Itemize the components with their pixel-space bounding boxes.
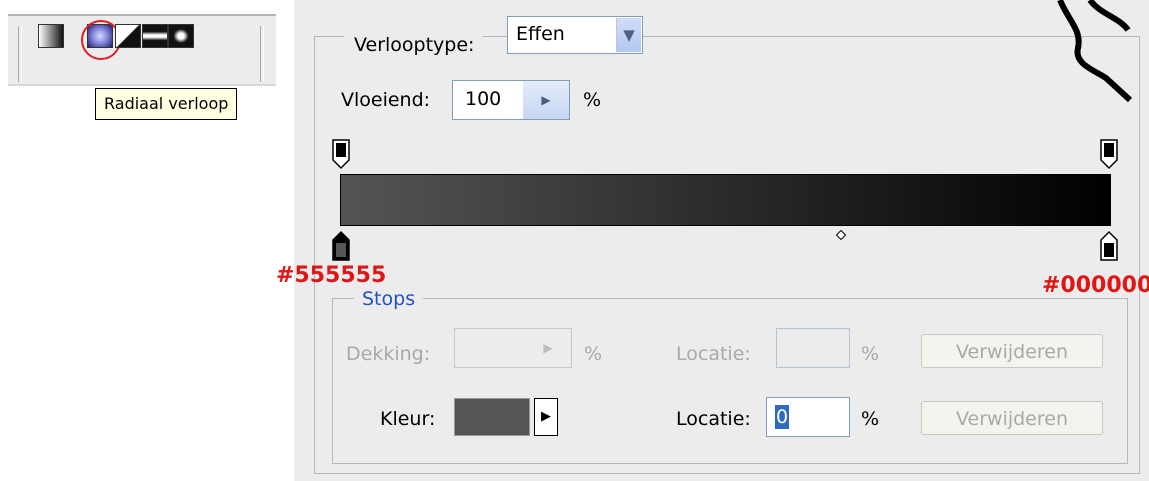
linear-gradient-icon[interactable] — [38, 24, 64, 48]
diamond-gradient-icon[interactable] — [168, 24, 194, 48]
gradient-type-select[interactable]: Effen ▼ — [507, 16, 643, 54]
opacity-location-label: Locatie: — [676, 343, 751, 365]
opacity-stop-left[interactable] — [331, 138, 351, 170]
color-location-input[interactable]: 0 — [766, 397, 850, 437]
midpoint-diamond[interactable] — [836, 230, 846, 240]
stops-group-title: Stops — [354, 288, 424, 310]
delete-color-stop-button: Verwijderen — [921, 401, 1103, 435]
smoothness-unit: % — [583, 89, 602, 111]
smoothness-label: Vloeiend: — [341, 89, 431, 111]
color-location-value: 0 — [775, 405, 790, 429]
opacity-unit: % — [584, 343, 603, 365]
color-annotation-right: #000000 — [1042, 273, 1149, 298]
opacity-input: ▶ — [454, 328, 572, 368]
chevron-down-icon[interactable]: ▼ — [616, 18, 641, 52]
gradient-type-value: Effen — [516, 23, 565, 45]
smoothness-value: 100 — [465, 88, 502, 110]
toolbar-separator — [18, 26, 22, 82]
color-stop-left[interactable] — [331, 230, 351, 262]
color-label: Kleur: — [380, 408, 436, 430]
color-swatch[interactable] — [454, 398, 530, 436]
angle-gradient-icon[interactable] — [115, 24, 141, 48]
gradient-preview-bar[interactable] — [340, 174, 1111, 226]
color-location-unit: % — [861, 408, 880, 430]
reflected-gradient-icon[interactable] — [142, 24, 168, 48]
color-annotation-left: #555555 — [276, 263, 387, 288]
slider-arrow-icon: ▶ — [543, 341, 553, 355]
color-stop-right[interactable] — [1099, 230, 1119, 262]
opacity-label: Dekking: — [346, 343, 431, 365]
opacity-stop-right[interactable] — [1099, 138, 1119, 170]
delete-opacity-stop-button: Verwijderen — [921, 334, 1103, 368]
stops-group-frame — [332, 298, 1128, 464]
toolbar-separator — [260, 26, 264, 82]
slider-arrow-icon[interactable]: ▶ — [523, 81, 569, 119]
watermark-stroke — [1057, 0, 1133, 103]
smoothness-input[interactable]: 100 ▶ — [452, 80, 570, 120]
gradient-type-label: Verlooptype: — [344, 33, 483, 57]
tooltip: Radiaal verloop — [95, 88, 238, 120]
color-menu-arrow-icon[interactable]: ▶ — [534, 398, 558, 436]
color-location-label: Locatie: — [676, 408, 751, 430]
opacity-location-unit: % — [861, 343, 880, 365]
opacity-location-input — [776, 328, 850, 368]
